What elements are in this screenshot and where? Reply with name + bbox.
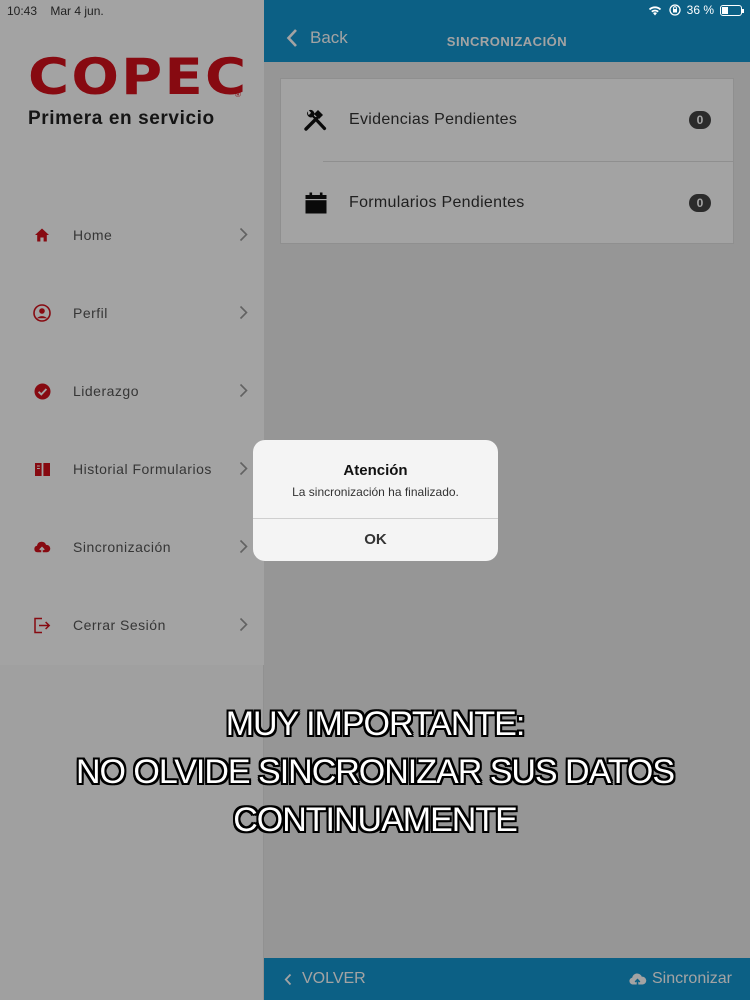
status-time: 10:43 bbox=[7, 4, 38, 18]
status-bar: 10:43 Mar 4 jun. 36 % bbox=[0, 0, 750, 22]
caption-overlay: MUY IMPORTANTE: NO OLVIDE SINCRONIZAR SU… bbox=[0, 700, 750, 844]
battery-icon bbox=[720, 4, 744, 16]
alert-title: Atención bbox=[343, 462, 408, 479]
orientation-lock-icon bbox=[668, 4, 681, 16]
battery-text: 36 % bbox=[686, 3, 714, 17]
status-left: 10:43 Mar 4 jun. bbox=[7, 4, 114, 18]
wifi-icon bbox=[648, 6, 661, 16]
alert-message: La sincronización ha finalizado. bbox=[292, 485, 459, 499]
ok-button[interactable]: OK bbox=[253, 519, 498, 561]
caption-line: CONTINUAMENTE bbox=[233, 801, 518, 839]
caption-line: NO OLVIDE SINCRONIZAR SUS DATOS bbox=[75, 753, 675, 791]
alert-dialog: Atención La sincronización ha finalizado… bbox=[253, 440, 498, 561]
caption-line: MUY IMPORTANTE: bbox=[225, 705, 526, 743]
status-date: Mar 4 jun. bbox=[50, 4, 104, 18]
status-right: 36 % bbox=[647, 3, 744, 17]
